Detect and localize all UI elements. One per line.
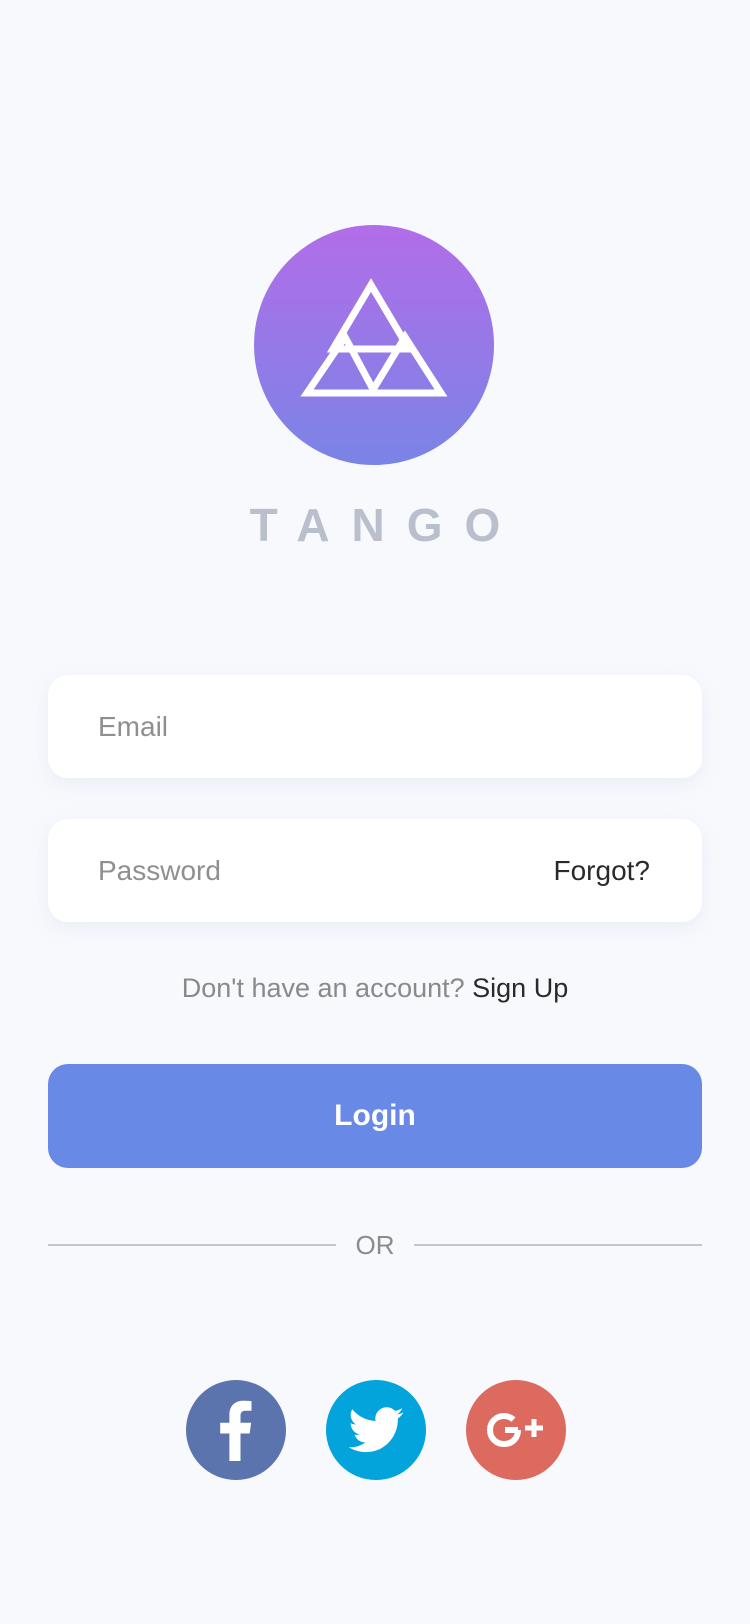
triangle-logo-icon — [300, 278, 448, 397]
email-field-container — [48, 675, 702, 778]
google-plus-login-button[interactable] — [466, 1380, 566, 1480]
or-divider-label: OR — [355, 1230, 395, 1260]
password-input[interactable] — [48, 819, 508, 922]
signup-line: Don't have an account? Sign Up — [0, 968, 750, 1008]
twitter-login-button[interactable] — [326, 1380, 426, 1480]
brand-name: TANGO — [249, 499, 523, 551]
facebook-login-button[interactable] — [186, 1380, 286, 1480]
app-logo — [254, 225, 494, 465]
divider-line-left — [48, 1244, 336, 1246]
signup-link[interactable]: Sign Up — [472, 973, 568, 1003]
login-button[interactable]: Login — [48, 1064, 702, 1168]
forgot-password-link[interactable]: Forgot? — [554, 819, 651, 922]
twitter-icon — [348, 1407, 404, 1453]
signup-prompt: Don't have an account? — [181, 973, 465, 1003]
login-screen: TANGO Forgot? Don't have an account? Sig… — [0, 0, 750, 1624]
password-field-container: Forgot? — [48, 819, 702, 922]
facebook-icon — [220, 1400, 252, 1461]
email-input[interactable] — [48, 675, 702, 778]
google-plus-icon — [486, 1412, 543, 1448]
divider-line-right — [414, 1244, 702, 1246]
